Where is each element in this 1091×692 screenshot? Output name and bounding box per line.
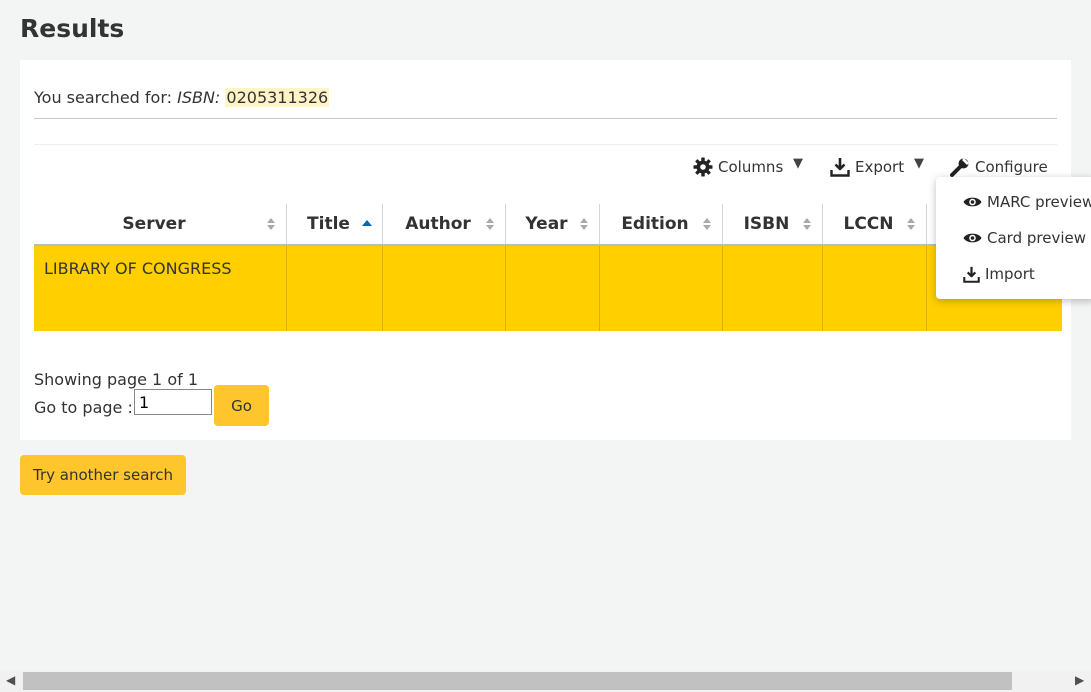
export-label: Export	[855, 158, 905, 176]
configure-button[interactable]: Configure	[950, 156, 1048, 178]
header-label: Author	[405, 214, 471, 234]
sort-icon	[486, 218, 494, 230]
gear-icon	[693, 157, 713, 177]
cell-year	[505, 245, 600, 331]
sort-icon	[580, 218, 588, 230]
try-another-search-button[interactable]: Try another search	[20, 455, 186, 495]
menu-item-card-preview[interactable]: Card preview	[963, 227, 1086, 249]
menu-item-label: MARC preview	[987, 193, 1091, 211]
eye-icon	[963, 233, 982, 243]
header-label: Server	[122, 214, 186, 234]
results-panel: You searched for: ISBN: 0205311326 Colum…	[20, 60, 1071, 440]
header-isbn[interactable]: ISBN	[722, 204, 823, 246]
export-caret-icon[interactable]: ▼	[914, 156, 924, 171]
divider	[34, 144, 1057, 145]
columns-label: Columns	[718, 158, 784, 176]
cell-lccn	[822, 245, 927, 331]
sort-asc-icon	[362, 220, 372, 226]
header-label: Year	[525, 214, 568, 234]
scrollbar-thumb[interactable]	[23, 672, 1012, 690]
cell-author	[382, 245, 506, 331]
header-server[interactable]: Server	[34, 204, 287, 246]
header-label: ISBN	[743, 214, 790, 234]
horizontal-scrollbar[interactable]: ◀ ▶	[0, 670, 1091, 692]
header-title[interactable]: Title	[286, 204, 383, 246]
go-button[interactable]: Go	[214, 385, 269, 426]
goto-page-input[interactable]	[134, 389, 212, 415]
scroll-left-icon[interactable]: ◀	[6, 673, 15, 687]
header-label: LCCN	[843, 214, 894, 234]
results-table: Server Title Author Year Edition ISBN LC…	[34, 204, 1062, 331]
divider	[34, 118, 1057, 119]
search-summary: You searched for: ISBN: 0205311326	[34, 88, 330, 107]
search-prefix: You searched for:	[34, 88, 178, 107]
page-title: Results	[20, 14, 125, 43]
menu-item-marc-preview[interactable]: MARC preview	[963, 191, 1091, 213]
wrench-icon	[950, 158, 969, 177]
download-icon	[963, 266, 980, 283]
cell-title	[286, 245, 383, 331]
menu-item-import[interactable]: Import	[963, 263, 1035, 285]
columns-button[interactable]: Columns	[693, 156, 783, 178]
header-label: Edition	[621, 214, 689, 234]
scroll-right-icon[interactable]: ▶	[1075, 673, 1084, 687]
sort-icon	[907, 218, 915, 230]
sort-icon	[267, 218, 275, 230]
header-edition[interactable]: Edition	[599, 204, 723, 246]
header-lccn[interactable]: LCCN	[822, 204, 927, 246]
sort-icon	[703, 218, 711, 230]
sort-icon	[803, 218, 811, 230]
table-header-row: Server Title Author Year Edition ISBN LC…	[34, 204, 1062, 246]
configure-label: Configure	[975, 158, 1048, 176]
header-author[interactable]: Author	[382, 204, 506, 246]
download-icon	[830, 158, 850, 177]
table-row[interactable]: LIBRARY OF CONGRESS	[34, 245, 1062, 331]
row-actions-menu: MARC preview Card preview Import	[936, 177, 1091, 299]
export-button[interactable]: Export	[830, 156, 904, 178]
menu-item-label: Card preview	[987, 229, 1086, 247]
cell-isbn	[722, 245, 823, 331]
eye-icon	[963, 197, 982, 207]
search-index: ISBN:	[177, 88, 221, 107]
columns-caret-icon[interactable]: ▼	[793, 156, 803, 171]
header-year[interactable]: Year	[505, 204, 600, 246]
cell-edition	[599, 245, 723, 331]
menu-item-label: Import	[985, 265, 1035, 283]
cell-server: LIBRARY OF CONGRESS	[34, 245, 287, 331]
search-term: 0205311326	[225, 88, 330, 107]
header-label: Title	[307, 214, 350, 234]
